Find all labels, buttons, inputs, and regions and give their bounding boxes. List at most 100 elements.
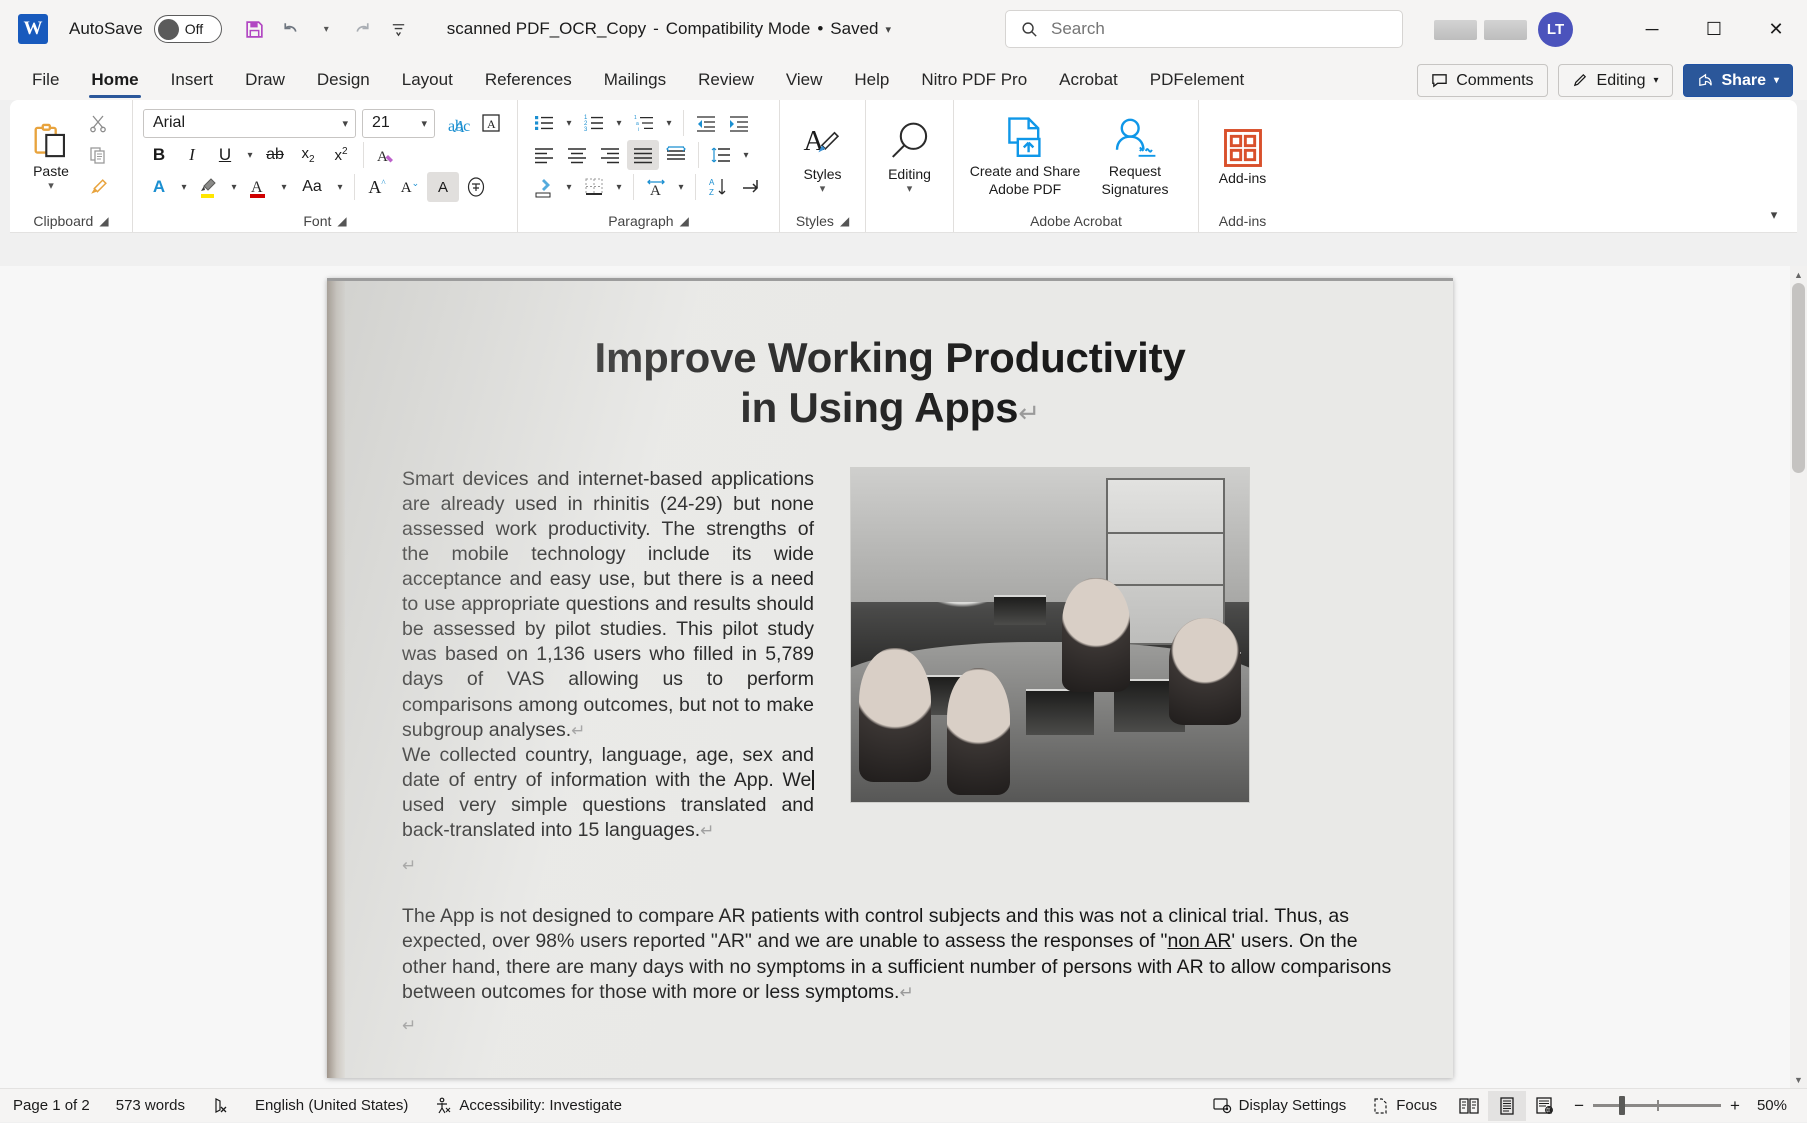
asian-layout-dropdown-icon[interactable]: ▾ xyxy=(673,172,689,202)
font-name-combobox[interactable]: Arial ▾ xyxy=(143,109,356,138)
align-left-button[interactable] xyxy=(528,140,560,170)
document-title[interactable]: scanned PDF_OCR_Copy - Compatibility Mod… xyxy=(447,19,891,39)
sort-button[interactable]: AZ xyxy=(702,172,734,202)
zoom-slider[interactable]: − + 50% xyxy=(1564,1096,1807,1116)
collapse-ribbon-button[interactable]: ▾ xyxy=(1761,204,1787,226)
font-dialog-launcher-icon[interactable]: ◢ xyxy=(337,214,346,228)
change-case-dropdown-icon[interactable]: ▾ xyxy=(332,172,348,202)
text-highlight-button[interactable] xyxy=(193,172,225,202)
multilevel-dropdown-icon[interactable]: ▾ xyxy=(661,108,677,138)
show-formatting-marks-button[interactable] xyxy=(735,172,767,202)
decrease-indent-button[interactable] xyxy=(690,108,722,138)
superscript-button[interactable]: x2 xyxy=(325,140,357,170)
chevron-down-icon[interactable]: ▾ xyxy=(820,183,826,195)
save-icon[interactable] xyxy=(238,13,271,46)
clear-formatting-button[interactable]: A xyxy=(370,140,402,170)
zoom-slider-thumb[interactable] xyxy=(1619,1096,1625,1115)
shading-button[interactable] xyxy=(528,172,560,202)
tab-design[interactable]: Design xyxy=(301,70,386,100)
web-layout-button[interactable] xyxy=(1526,1091,1564,1121)
redo-icon[interactable] xyxy=(346,13,379,46)
borders-button[interactable] xyxy=(578,172,610,202)
text-effects-dropdown-icon[interactable]: ▾ xyxy=(176,172,192,202)
change-case-menu-button[interactable]: Aa xyxy=(293,172,331,202)
change-case-button[interactable]: A xyxy=(475,108,507,138)
editing-mode-button[interactable]: Editing ▾ xyxy=(1558,64,1673,97)
tab-pdfelement[interactable]: PDFelement xyxy=(1134,70,1260,100)
editing-button[interactable]: Editing ▾ xyxy=(877,115,943,196)
tab-view[interactable]: View xyxy=(770,70,839,100)
numbering-dropdown-icon[interactable]: ▾ xyxy=(611,108,627,138)
underline-button[interactable]: U xyxy=(209,140,241,170)
document-canvas[interactable]: Improve Working Productivity in Using Ap… xyxy=(0,266,1807,1088)
create-and-share-adobe-pdf-button[interactable]: Create and Share Adobe PDF xyxy=(969,112,1081,197)
accessibility-status[interactable]: Accessibility: Investigate xyxy=(421,1089,635,1123)
chevron-down-icon[interactable]: ▾ xyxy=(907,183,913,195)
tab-help[interactable]: Help xyxy=(838,70,905,100)
paragraph-dialog-launcher-icon[interactable]: ◢ xyxy=(680,214,689,228)
zoom-in-button[interactable]: + xyxy=(1730,1096,1740,1116)
text-effects-button[interactable]: A xyxy=(143,172,175,202)
styles-button[interactable]: A Styles ▾ xyxy=(790,115,855,196)
scrollbar-thumb[interactable] xyxy=(1792,283,1805,473)
proofing-status[interactable] xyxy=(198,1089,242,1123)
undo-dropdown-icon[interactable]: ▾ xyxy=(310,13,343,46)
multilevel-list-button[interactable]: 1ai xyxy=(628,108,660,138)
tab-review[interactable]: Review xyxy=(682,70,770,100)
font-color-button[interactable]: A xyxy=(243,172,275,202)
autosave-toggle[interactable]: Off xyxy=(154,15,222,43)
enclose-characters-button[interactable] xyxy=(460,172,492,202)
minimize-button[interactable]: ─ xyxy=(1621,0,1683,58)
distribute-button[interactable] xyxy=(660,140,692,170)
justify-button[interactable] xyxy=(627,140,659,170)
customize-qat-icon[interactable] xyxy=(382,13,415,46)
request-signatures-button[interactable]: Request Signatures xyxy=(1087,112,1183,197)
scroll-up-arrow-icon[interactable]: ▲ xyxy=(1790,266,1807,283)
shrink-font-size-button[interactable]: A⌄ xyxy=(394,172,426,202)
tab-insert[interactable]: Insert xyxy=(155,70,230,100)
share-button[interactable]: Share ▾ xyxy=(1683,64,1794,97)
document-body-column[interactable]: Smart devices and internet-based applica… xyxy=(402,467,814,878)
format-painter-button[interactable] xyxy=(82,172,114,202)
tab-draw[interactable]: Draw xyxy=(229,70,301,100)
scroll-down-arrow-icon[interactable]: ▼ xyxy=(1790,1071,1807,1088)
tab-acrobat[interactable]: Acrobat xyxy=(1043,70,1134,100)
font-size-combobox[interactable]: 21 ▾ xyxy=(362,109,435,138)
tab-file[interactable]: File xyxy=(16,70,75,100)
vertical-scrollbar[interactable]: ▲ ▼ xyxy=(1790,266,1807,1088)
grow-font-button[interactable]: abcA xyxy=(442,108,474,138)
bullet-dropdown-icon[interactable]: ▾ xyxy=(561,108,577,138)
tab-layout[interactable]: Layout xyxy=(386,70,469,100)
display-settings-button[interactable]: Display Settings xyxy=(1200,1089,1360,1123)
meeting-room-photo[interactable] xyxy=(850,467,1250,803)
cut-button[interactable] xyxy=(82,108,114,138)
tab-nitro-pdf-pro[interactable]: Nitro PDF Pro xyxy=(905,70,1043,100)
character-shading-button[interactable]: A xyxy=(427,172,459,202)
focus-button[interactable]: Focus xyxy=(1359,1089,1450,1123)
page-indicator[interactable]: Page 1 of 2 xyxy=(0,1089,103,1123)
borders-dropdown-icon[interactable]: ▾ xyxy=(611,172,627,202)
zoom-slider-track[interactable] xyxy=(1593,1104,1721,1107)
tab-references[interactable]: References xyxy=(469,70,588,100)
font-color-dropdown-icon[interactable]: ▾ xyxy=(276,172,292,202)
bold-button[interactable]: B xyxy=(143,140,175,170)
comments-button[interactable]: Comments xyxy=(1417,64,1547,97)
maximize-button[interactable]: ☐ xyxy=(1683,0,1745,58)
increase-indent-button[interactable] xyxy=(723,108,755,138)
word-count[interactable]: 573 words xyxy=(103,1089,198,1123)
tab-home[interactable]: Home xyxy=(75,70,154,100)
document-page-1[interactable]: Improve Working Productivity in Using Ap… xyxy=(327,278,1453,1078)
search-box[interactable] xyxy=(1005,10,1403,48)
zoom-out-button[interactable]: − xyxy=(1574,1096,1584,1116)
line-spacing-button[interactable] xyxy=(705,140,737,170)
read-mode-button[interactable] xyxy=(1450,1091,1488,1121)
title-chevron-down-icon[interactable]: ▾ xyxy=(886,23,892,36)
shading-dropdown-icon[interactable]: ▾ xyxy=(561,172,577,202)
strikethrough-button[interactable]: ab xyxy=(259,140,291,170)
paste-button[interactable]: Paste ▾ xyxy=(20,118,82,193)
grow-font-size-button[interactable]: A^ xyxy=(361,172,393,202)
italic-button[interactable]: I xyxy=(176,140,208,170)
tab-mailings[interactable]: Mailings xyxy=(588,70,682,100)
language-status[interactable]: English (United States) xyxy=(242,1089,421,1123)
subscript-button[interactable]: x2 xyxy=(292,140,324,170)
